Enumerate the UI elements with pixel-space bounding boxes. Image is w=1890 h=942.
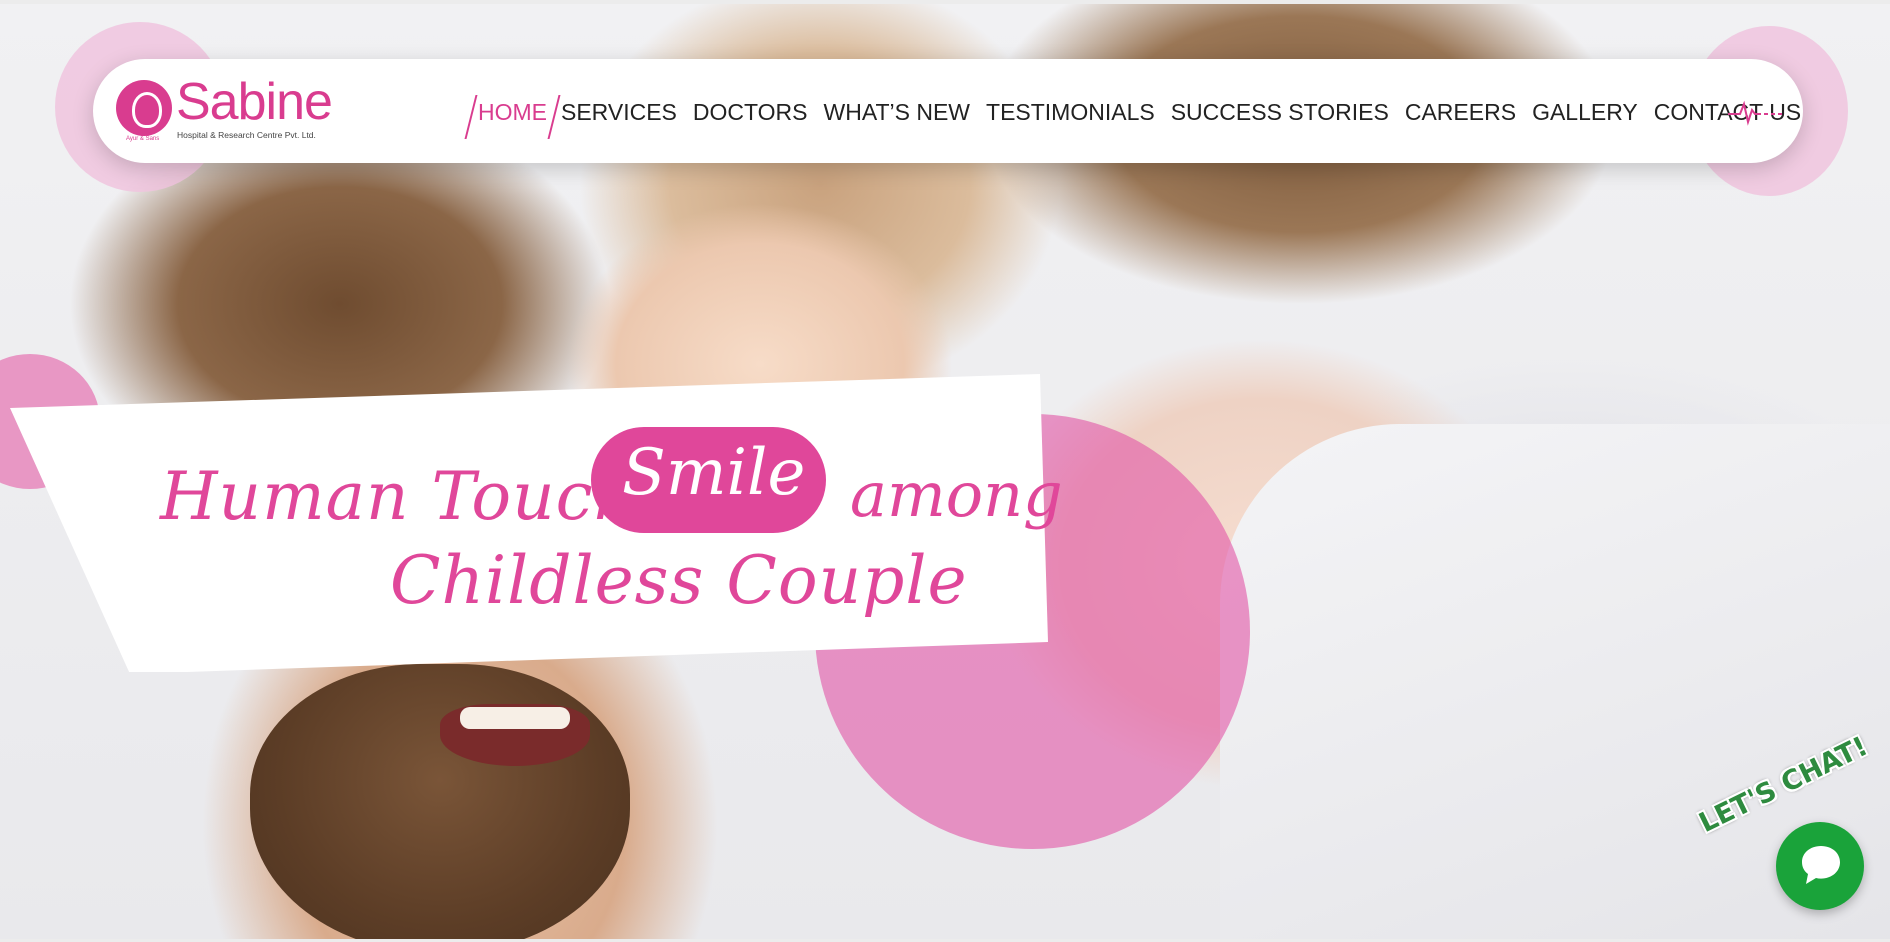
hero-photo-beard [250, 664, 630, 939]
nav-item-whats-new[interactable]: WHAT’S NEW [824, 99, 971, 126]
hero-headline-line2: Childless Couple [390, 542, 968, 619]
main-navigation: HOME SERVICES DOCTORS WHAT’S NEW TESTIMO… [470, 92, 1817, 132]
nav-item-testimonials[interactable]: TESTIMONIALS [986, 99, 1155, 126]
hero-headline-line1: Human Touch [160, 458, 638, 535]
hero-highlight-word: Smile [622, 436, 806, 510]
nav-item-careers[interactable]: CAREERS [1405, 99, 1516, 126]
hero-photo-teeth [460, 707, 570, 729]
brand-logo[interactable]: Sabine Hospital & Research Centre Pvt. L… [116, 73, 333, 144]
chat-bubble-icon [1802, 846, 1840, 884]
nav-item-doctors[interactable]: DOCTORS [693, 99, 808, 126]
nav-item-services[interactable]: SERVICES [561, 99, 677, 126]
logo-mark-icon [116, 80, 172, 136]
brand-subtitle: Hospital & Research Centre Pvt. Ltd. [177, 130, 316, 140]
brand-name: Sabine [176, 73, 333, 131]
hero-headline-line1-end: among [850, 458, 1063, 531]
nav-item-home[interactable]: HOME [470, 99, 555, 126]
brand-tagline: Ayur & Sans [126, 136, 160, 142]
nav-item-success-stories[interactable]: SUCCESS STORIES [1171, 99, 1389, 126]
nav-item-gallery[interactable]: GALLERY [1532, 99, 1638, 126]
chat-button[interactable] [1776, 822, 1864, 910]
heartbeat-icon [1728, 100, 1782, 126]
